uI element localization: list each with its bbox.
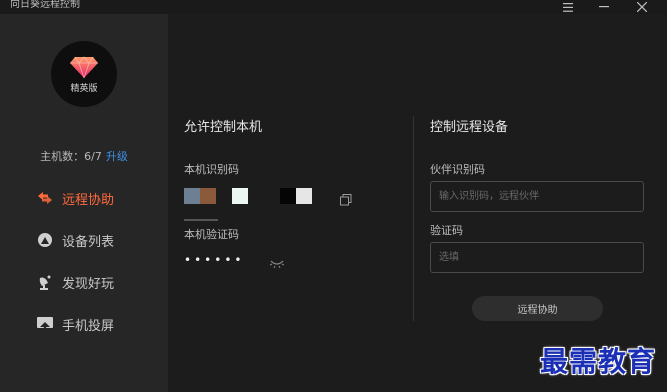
menu-icon[interactable] xyxy=(558,0,578,14)
panel-divider xyxy=(413,116,414,321)
local-password-label: 本机验证码 xyxy=(184,228,239,241)
remote-control-title: 控制远程设备 xyxy=(430,120,509,135)
partner-id-input[interactable] xyxy=(430,181,644,212)
sidebar-item-label: 设备列表 xyxy=(62,234,115,250)
local-password-value: •••••• xyxy=(184,253,245,267)
close-icon[interactable] xyxy=(632,0,652,14)
sidebar-item-screen-cast[interactable]: 手机投屏 xyxy=(36,313,114,335)
sidebar-item-label: 远程协助 xyxy=(62,192,115,208)
sidebar-item-remote-assist[interactable]: 远程协助 xyxy=(36,187,114,209)
id-underline xyxy=(184,219,218,221)
diamond-icon xyxy=(70,55,98,78)
minimize-icon[interactable] xyxy=(594,0,614,14)
local-id-code-masked xyxy=(184,188,312,204)
sidebar-item-label: 手机投屏 xyxy=(62,318,115,334)
local-id-label: 本机识别码 xyxy=(184,163,239,176)
window-title: 向日葵远程控制 xyxy=(10,0,80,10)
remote-assist-button[interactable]: 远程协助 xyxy=(472,296,603,321)
copy-icon[interactable] xyxy=(340,191,352,206)
host-count-label: 主机数：6/7 xyxy=(40,150,102,163)
allow-control-title: 允许控制本机 xyxy=(184,120,263,135)
edition-label: 精英版 xyxy=(70,83,98,94)
partner-id-label: 伙伴识别码 xyxy=(430,163,485,176)
sidebar-item-discover[interactable]: 发现好玩 xyxy=(36,271,114,293)
refresh-password-icon[interactable] xyxy=(269,253,285,269)
remote-assist-icon xyxy=(36,189,54,207)
verify-code-input[interactable] xyxy=(430,242,644,273)
upgrade-link[interactable]: 升级 xyxy=(106,150,128,163)
sidebar-item-label: 发现好玩 xyxy=(62,276,115,292)
sidebar: 精英版 主机数：6/7 升级 远程协助 设备列表 发现好玩 手机投屏 xyxy=(0,14,168,392)
watermark-text: 最需教育 xyxy=(540,345,657,378)
discover-icon xyxy=(36,273,54,291)
edition-avatar[interactable]: 精英版 xyxy=(51,41,117,107)
host-count: 主机数：6/7 升级 xyxy=(0,148,168,164)
sidebar-item-device-list[interactable]: 设备列表 xyxy=(36,229,114,251)
device-list-icon xyxy=(36,231,54,249)
verify-code-label: 验证码 xyxy=(430,224,463,237)
screen-cast-icon xyxy=(36,315,54,333)
